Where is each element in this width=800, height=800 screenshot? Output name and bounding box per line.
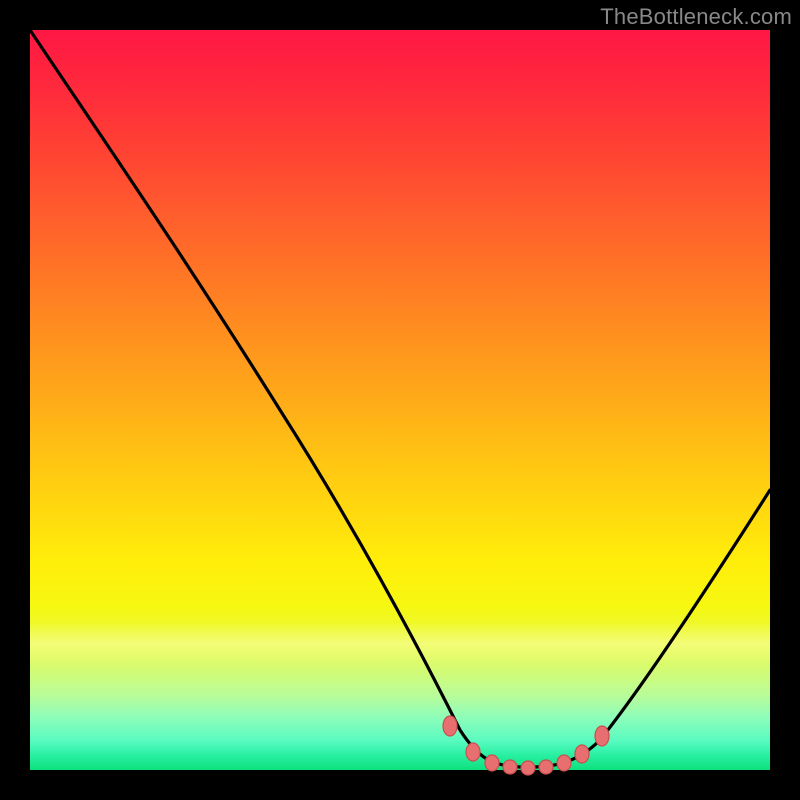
curve-layer — [30, 30, 770, 770]
chart-frame: TheBottleneck.com — [0, 0, 800, 800]
bottleneck-curve — [30, 30, 770, 767]
watermark-text: TheBottleneck.com — [600, 4, 792, 30]
optimal-zone-markers — [443, 716, 609, 775]
